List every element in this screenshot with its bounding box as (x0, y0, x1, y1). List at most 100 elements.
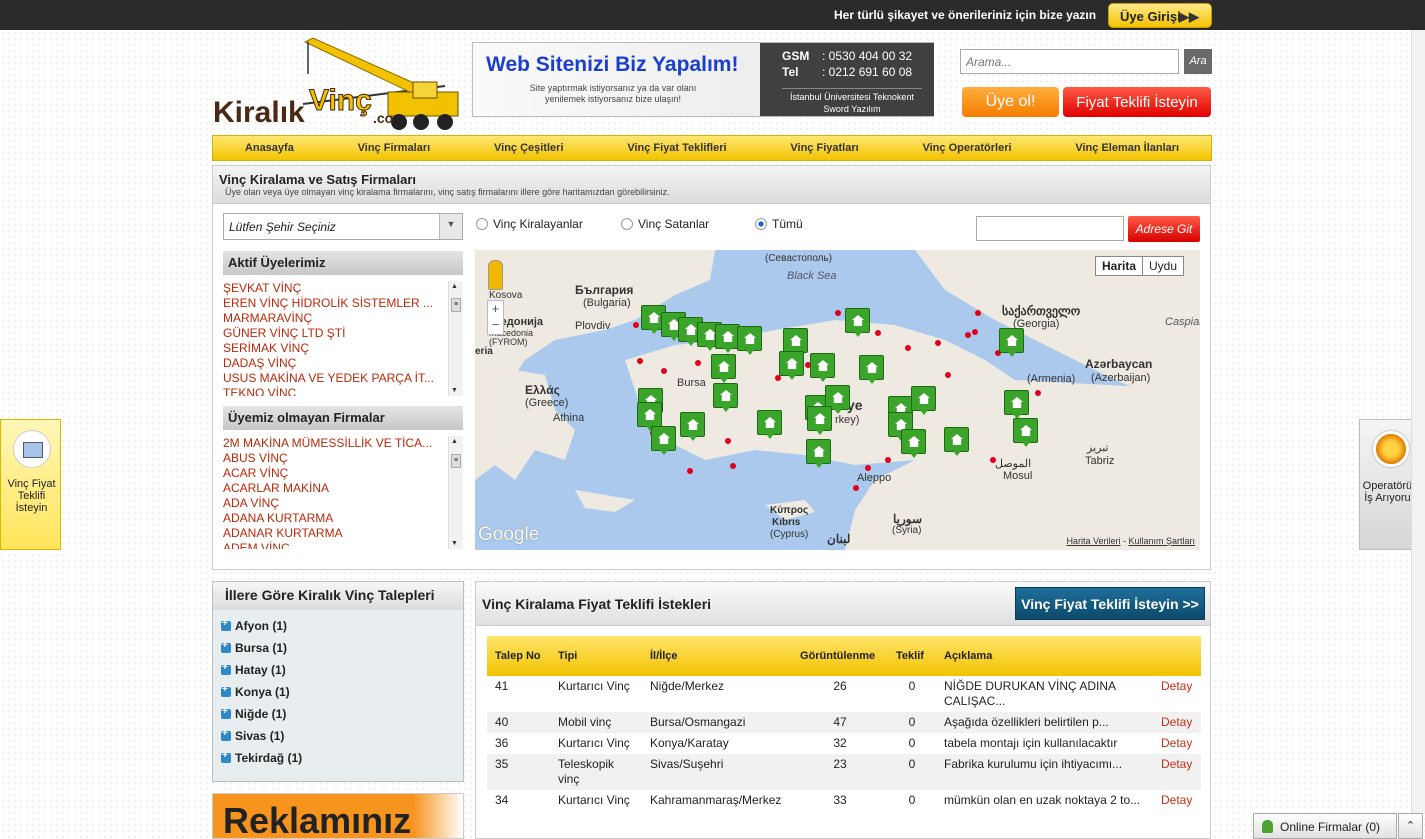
scroll-down-icon[interactable]: ▼ (451, 387, 458, 394)
non-members-scrollbar[interactable]: ▲ ≡ ▼ (448, 436, 463, 549)
detail-link[interactable]: Detay (1153, 712, 1201, 733)
company-dot[interactable] (661, 368, 667, 374)
company-dot[interactable] (695, 360, 701, 366)
zoom-in-icon[interactable]: + (492, 301, 500, 316)
list-item[interactable]: ADANA KURTARMA (223, 511, 445, 526)
company-dot[interactable] (725, 438, 731, 444)
list-item[interactable]: ADANAR KURTARMA (223, 526, 445, 541)
company-pin-icon[interactable] (757, 410, 782, 439)
companies-map[interactable]: България (Bulgaria) (Севастополь) Black … (475, 250, 1200, 550)
company-dot[interactable] (875, 330, 881, 336)
scroll-down-icon[interactable]: ▼ (451, 540, 458, 547)
search-input[interactable] (960, 49, 1179, 74)
web-design-ad-banner[interactable]: Web Sitenizi Biz Yapalım! Site yaptırmak… (472, 42, 934, 117)
list-item[interactable]: USUS MAKİNA VE YEDEK PARÇA İT... (223, 371, 445, 386)
list-item[interactable]: ŞEVKAT VİNÇ (223, 281, 445, 296)
city-request-link[interactable]: Hatay (1) (221, 662, 286, 677)
page-scrollbar[interactable] (1411, 30, 1425, 813)
company-dot[interactable] (1035, 390, 1041, 396)
company-dot[interactable] (633, 322, 639, 328)
go-to-address-button[interactable]: Adrese Git (1128, 216, 1200, 242)
nav-crane-types[interactable]: Vinç Çeşitleri (494, 142, 564, 154)
detail-link[interactable]: Detay (1153, 733, 1201, 754)
nav-crane-companies[interactable]: Vinç Firmaları (358, 142, 431, 154)
col-city[interactable]: İl/İlçe (642, 636, 792, 676)
company-pin-icon[interactable] (810, 353, 835, 382)
company-dot[interactable] (975, 310, 981, 316)
company-dot[interactable] (935, 340, 941, 346)
list-item[interactable]: ADEM VİNÇ (223, 541, 445, 549)
list-item[interactable]: ACAR VİNÇ (223, 466, 445, 481)
col-views[interactable]: Görüntülenme (792, 636, 888, 676)
company-pin-icon[interactable] (807, 406, 832, 435)
radio-crane-renters[interactable]: Vinç Kiralayanlar (476, 217, 583, 231)
company-pin-icon[interactable] (637, 402, 662, 431)
col-description[interactable]: Açıklama (936, 636, 1153, 676)
company-pin-icon[interactable] (911, 386, 936, 415)
active-members-scrollbar[interactable]: ▲ ≡ ▼ (448, 281, 463, 396)
nav-crane-operators[interactable]: Vinç Operatörleri (922, 142, 1011, 154)
col-request-no[interactable]: Talep No (487, 636, 550, 676)
nav-crane-jobs[interactable]: Vinç Eleman İlanları (1075, 142, 1179, 154)
company-pin-icon[interactable] (1013, 418, 1038, 447)
list-item[interactable]: SERİMAK VİNÇ (223, 341, 445, 356)
city-select[interactable]: Lütfen Şehir Seçiniz ▼ (223, 213, 463, 240)
nav-crane-quotes[interactable]: Vinç Fiyat Teklifleri (627, 142, 726, 154)
company-dot[interactable] (965, 332, 971, 338)
list-item[interactable]: ACARLAR MAKİNA (223, 481, 445, 496)
company-pin-icon[interactable] (737, 326, 762, 355)
company-dot[interactable] (730, 463, 736, 469)
company-pin-icon[interactable] (845, 308, 870, 337)
company-pin-icon[interactable] (859, 355, 884, 384)
city-request-link[interactable]: Sivas (1) (221, 728, 284, 743)
street-view-pegman-icon[interactable] (488, 260, 503, 290)
crane-quote-side-tab[interactable]: Vinç Fiyat Teklifi İsteyin (0, 419, 61, 550)
advertise-banner[interactable]: Reklamınız (212, 793, 464, 839)
company-pin-icon[interactable] (1004, 390, 1029, 419)
nav-home[interactable]: Anasayfa (245, 142, 294, 154)
feedback-link[interactable]: Her türlü şikayet ve önerileriniz için b… (834, 8, 1096, 22)
list-item[interactable]: EREN VİNÇ HİDROLİK SİSTEMLER ... (223, 296, 445, 311)
company-pin-icon[interactable] (779, 351, 804, 380)
nav-crane-prices[interactable]: Vinç Fiyatları (790, 142, 858, 154)
scroll-up-icon[interactable]: ▲ (451, 438, 458, 445)
detail-link[interactable]: Detay (1153, 790, 1201, 811)
company-pin-icon[interactable] (944, 427, 969, 456)
online-companies-bar[interactable]: Online Firmalar (0) (1253, 813, 1397, 839)
chevron-up-icon[interactable]: ⌃ (1398, 813, 1423, 839)
company-dot[interactable] (990, 457, 996, 463)
city-request-link[interactable]: Konya (1) (221, 684, 290, 699)
list-item[interactable]: DADAŞ VİNÇ (223, 356, 445, 371)
request-quote-button[interactable]: Fiyat Teklifi İsteyin (1063, 87, 1211, 117)
zoom-out-icon[interactable]: − (492, 317, 500, 332)
company-pin-icon[interactable] (711, 354, 736, 383)
company-pin-icon[interactable] (901, 429, 926, 458)
company-pin-icon[interactable] (651, 426, 676, 455)
zoom-control[interactable]: + − (487, 300, 504, 335)
company-pin-icon[interactable] (999, 328, 1024, 357)
map-type-map[interactable]: Harita (1096, 257, 1142, 275)
col-type[interactable]: Tipi (550, 636, 642, 676)
company-dot[interactable] (687, 468, 693, 474)
request-crane-quote-button[interactable]: Vinç Fiyat Teklifi İsteyin >> (1015, 587, 1205, 620)
city-request-link[interactable]: Tekirdağ (1) (221, 750, 302, 765)
search-button[interactable]: Ara (1184, 49, 1212, 74)
chevron-down-icon[interactable]: ▼ (439, 214, 462, 239)
scroll-up-icon[interactable]: ▲ (451, 283, 458, 290)
company-dot[interactable] (853, 485, 859, 491)
company-dot[interactable] (972, 329, 978, 335)
company-pin-icon[interactable] (680, 412, 705, 441)
col-offers[interactable]: Teklif (888, 636, 936, 676)
detail-link[interactable]: Detay (1153, 676, 1201, 712)
company-dot[interactable] (945, 372, 951, 378)
list-item[interactable]: MARMARAVİNÇ (223, 311, 445, 326)
company-dot[interactable] (865, 465, 871, 471)
join-button[interactable]: Üye ol! (962, 87, 1059, 117)
terms-of-use-link[interactable]: Kullanım Şartları (1128, 536, 1195, 546)
company-dot[interactable] (835, 310, 841, 316)
scroll-thumb[interactable]: ≡ (451, 298, 461, 312)
map-data-link[interactable]: Harita Verileri (1066, 536, 1120, 546)
detail-link[interactable]: Detay (1153, 754, 1201, 790)
city-request-link[interactable]: Bursa (1) (221, 640, 287, 655)
map-type-satellite[interactable]: Uydu (1142, 257, 1183, 275)
